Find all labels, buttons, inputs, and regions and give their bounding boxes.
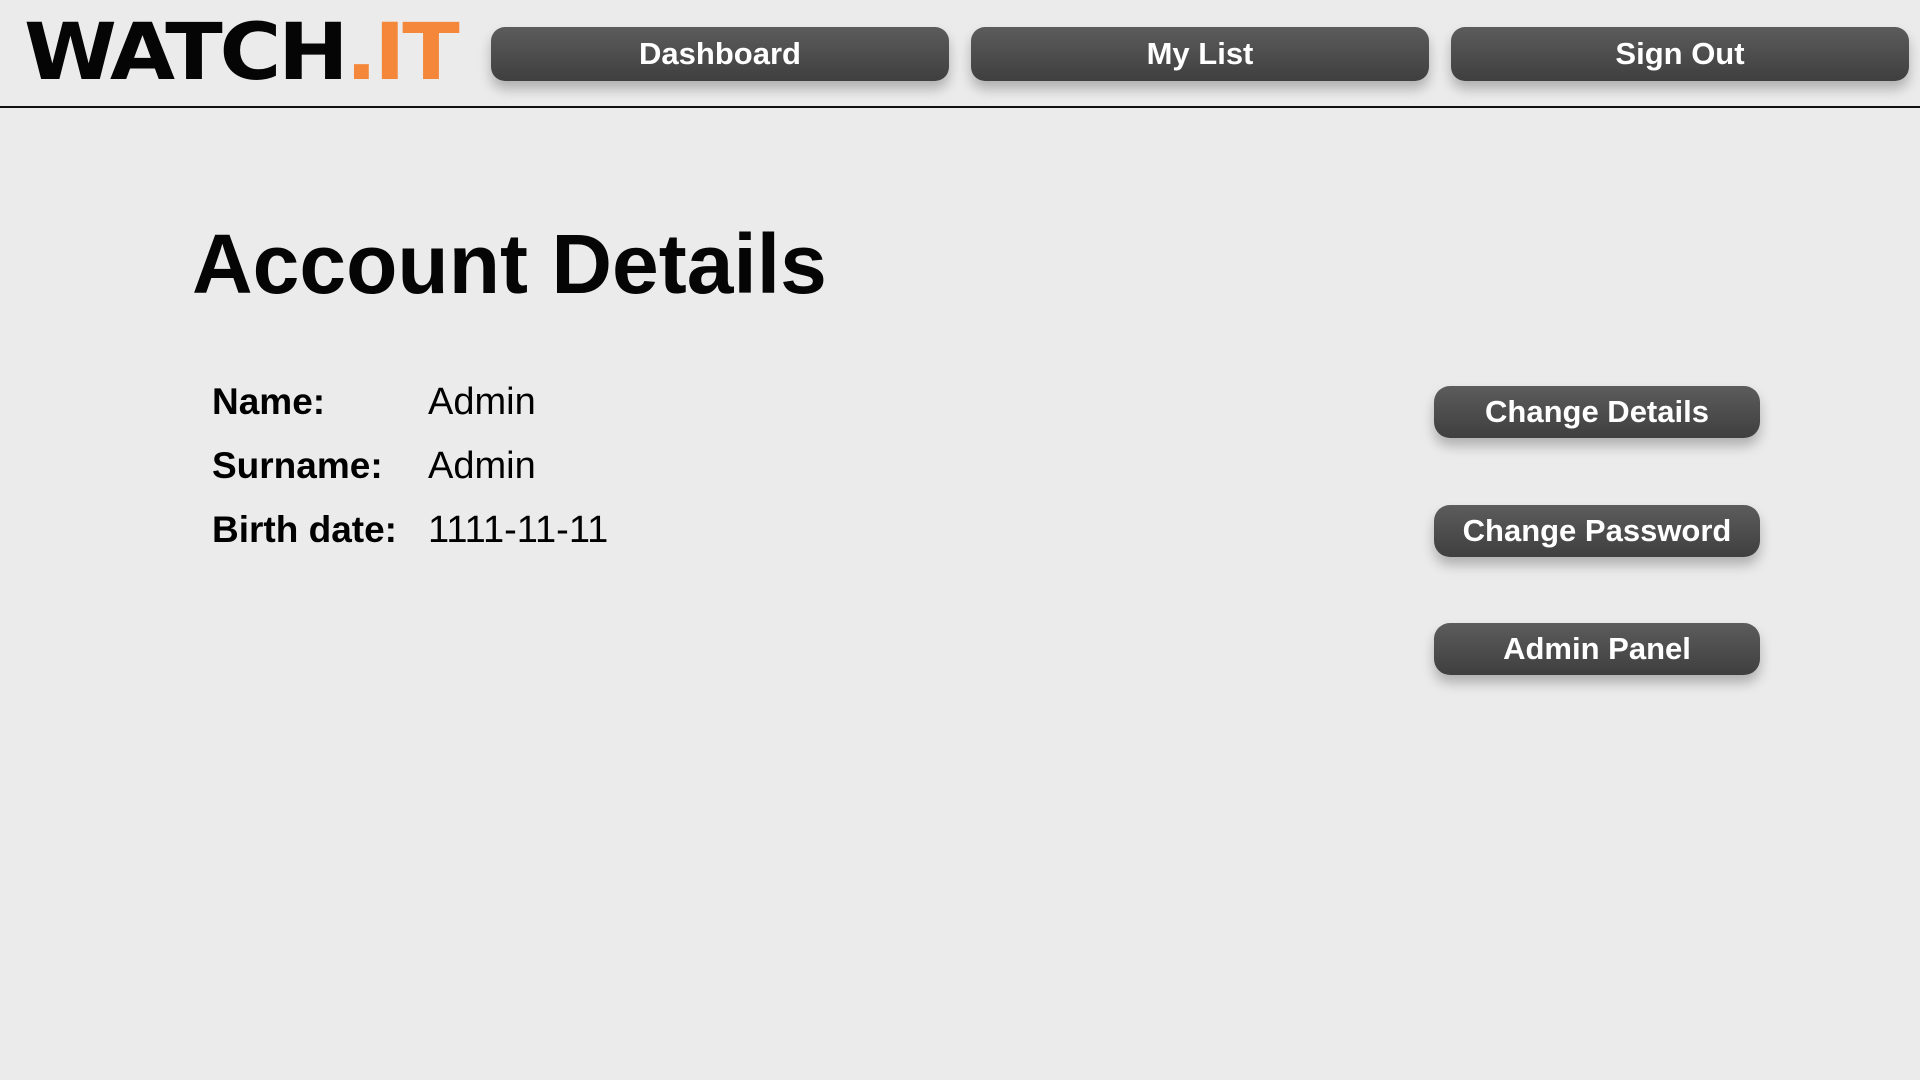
logo-main-text: WATCH xyxy=(24,8,349,98)
name-value: Admin xyxy=(428,380,536,423)
surname-label: Surname: xyxy=(212,445,383,486)
name-label: Name: xyxy=(212,381,326,422)
detail-row-birth-date: Birth date: 1111-11-11 xyxy=(212,498,608,562)
my-list-button[interactable]: My List xyxy=(971,27,1429,81)
logo-accent-text: .IT xyxy=(345,8,459,98)
account-details-list: Name: Admin Surname: Admin Birth date: 1… xyxy=(212,370,608,562)
detail-row-surname: Surname: Admin xyxy=(212,434,608,498)
change-password-button[interactable]: Change Password xyxy=(1434,505,1760,557)
admin-panel-button[interactable]: Admin Panel xyxy=(1434,623,1760,675)
detail-row-name: Name: Admin xyxy=(212,370,608,434)
birth-date-label: Birth date: xyxy=(212,509,397,550)
watch-it-logo[interactable]: WATCH .IT xyxy=(24,8,460,98)
top-header: WATCH .IT Dashboard My List Sign Out xyxy=(0,0,1920,108)
sign-out-button[interactable]: Sign Out xyxy=(1451,27,1909,81)
birth-date-value: 1111-11-11 xyxy=(428,508,609,551)
page-title: Account Details xyxy=(192,217,827,311)
surname-value: Admin xyxy=(428,444,536,487)
change-details-button[interactable]: Change Details xyxy=(1434,386,1760,438)
dashboard-button[interactable]: Dashboard xyxy=(491,27,949,81)
